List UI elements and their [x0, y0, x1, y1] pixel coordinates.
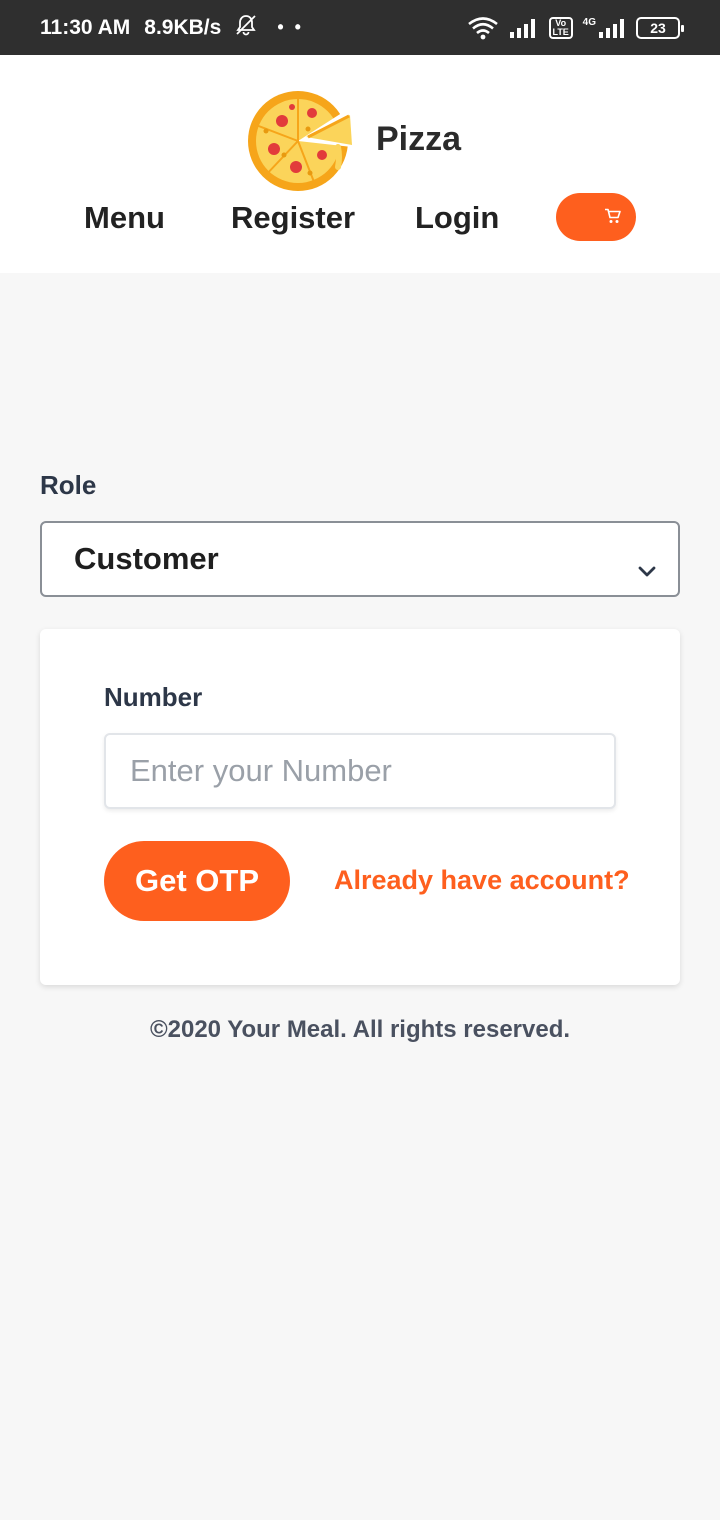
number-input[interactable]: [104, 733, 616, 809]
status-bar: 11:30 AM 8.9KB/s • • Vo LTE 4G 23: [0, 0, 720, 55]
network-label: 4G: [582, 17, 596, 28]
header: Pizza Menu Register Login: [0, 55, 720, 273]
volte-icon: Vo LTE: [548, 16, 573, 39]
chevron-down-icon: [638, 551, 656, 587]
role-select-value: Customer: [74, 541, 219, 576]
status-dots: • •: [277, 17, 304, 37]
status-time: 11:30 AM: [40, 15, 131, 39]
pizza-icon: [246, 85, 356, 193]
volte-bottom: LTE: [552, 26, 569, 37]
role-label: Role: [40, 470, 97, 500]
get-otp-button[interactable]: Get OTP: [104, 841, 290, 921]
bell-off-icon: [235, 14, 257, 42]
battery-level: 23: [650, 19, 666, 36]
cart-button[interactable]: [556, 193, 636, 241]
status-speed: 8.9KB/s: [144, 15, 222, 39]
signal-icon: [509, 18, 539, 38]
nav-menu-link[interactable]: Menu: [84, 195, 165, 241]
logo[interactable]: Pizza: [246, 85, 461, 193]
nav-register-link[interactable]: Register: [231, 195, 355, 241]
battery-icon: 23: [636, 16, 684, 39]
otp-card: Number Get OTP Already have account?: [40, 629, 680, 985]
signal-4g-icon: 4G: [583, 17, 626, 38]
status-left: 11:30 AM 8.9KB/s • •: [40, 14, 304, 42]
footer-copyright: ©2020 Your Meal. All rights reserved.: [149, 1016, 571, 1043]
wifi-icon: [467, 16, 499, 40]
already-have-account-link[interactable]: Already have account?: [334, 865, 630, 896]
role-select[interactable]: Customer: [40, 521, 680, 597]
cart-icon: [604, 208, 622, 227]
nav-login-link[interactable]: Login: [415, 195, 499, 241]
status-right: Vo LTE 4G 23: [467, 16, 684, 40]
number-label: Number: [104, 682, 203, 712]
brand-name: Pizza: [376, 119, 462, 158]
